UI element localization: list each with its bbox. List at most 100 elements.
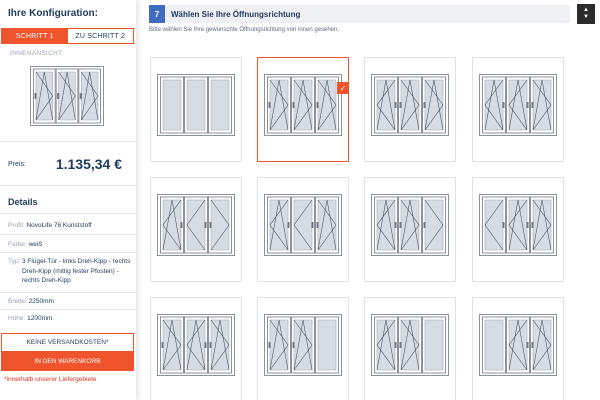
detail-value: 3 Flügel-Tür - links Dreh-Kipp - rechts … — [22, 258, 131, 284]
detail-key: Breite: — [8, 298, 27, 305]
sash-tilt-right — [530, 196, 554, 254]
window-diagram — [157, 194, 235, 256]
chevron-up-icon: ▲ — [583, 7, 589, 13]
sash-tilt-right — [160, 316, 184, 374]
sash-fixed — [184, 76, 208, 134]
sash-turn-right — [422, 196, 446, 254]
window-diagram — [479, 74, 557, 136]
sash-turn-right — [208, 196, 232, 254]
window-diagram — [371, 314, 449, 376]
chevron-down-icon: ▼ — [583, 14, 589, 20]
step-tabs: SCHRITT 1 ZU SCHRITT 2 — [1, 28, 134, 44]
opening-option-tile[interactable] — [472, 177, 564, 282]
sidebar-title: Ihre Konfiguration: — [8, 8, 98, 19]
sash-turn-left — [482, 196, 506, 254]
window-diagram — [371, 74, 449, 136]
opening-option-tile[interactable] — [150, 177, 242, 282]
sash-tilt-left — [160, 196, 184, 254]
window-preview — [30, 66, 104, 126]
step-header: 7 Wählen Sie Ihre Öffnungsrichtung — [149, 5, 570, 23]
step-subtitle: Bitte wählen Sie Ihre gewünschte Öffnung… — [149, 27, 340, 33]
divider — [0, 252, 136, 253]
divider — [0, 309, 136, 310]
opening-option-tile[interactable]: ✓ — [257, 57, 349, 162]
window-diagram — [371, 194, 449, 256]
opening-option-tile[interactable] — [150, 57, 242, 162]
detail-key: Farbe: — [8, 241, 27, 248]
sash-tilt-left — [184, 316, 208, 374]
step-number-badge: 7 — [149, 5, 165, 23]
sash-tilt-right — [33, 68, 56, 124]
scroll-toggle-button[interactable]: ▲ ▼ — [577, 4, 595, 24]
sash-tilt-right — [398, 196, 422, 254]
sash-turn-left — [184, 196, 208, 254]
divider — [0, 234, 136, 235]
sash-tilt-left — [267, 196, 291, 254]
sash-turn-left — [291, 196, 315, 254]
detail-hoehe: Höhe: 1200mm — [8, 314, 52, 323]
divider — [0, 292, 136, 293]
sash-fixed — [482, 316, 506, 374]
detail-key: Profil: — [8, 222, 25, 229]
tab-step-2[interactable]: ZU SCHRITT 2 — [67, 29, 133, 43]
divider — [0, 185, 136, 186]
sash-tilt-left — [374, 76, 398, 134]
detail-value: weiß — [28, 241, 43, 248]
detail-value: 2250mm — [28, 298, 54, 305]
window-diagram — [264, 314, 342, 376]
sash-tilt-left — [506, 316, 530, 374]
sash-tilt-right — [530, 76, 554, 134]
window-diagram — [264, 194, 342, 256]
sash-tilt-right — [422, 76, 446, 134]
sash-tilt-right — [398, 316, 422, 374]
delivery-footnote: *innerhalb unserer Liefergebiete — [4, 376, 97, 383]
opening-option-tile[interactable] — [364, 57, 456, 162]
configuration-sidebar: Ihre Konfiguration: SCHRITT 1 ZU SCHRITT… — [0, 0, 136, 400]
opening-option-tile[interactable] — [472, 297, 564, 400]
sash-tilt-right — [267, 76, 291, 134]
inner-view-label: INNENANSICHT: — [10, 50, 64, 57]
sash-tilt-right — [208, 316, 232, 374]
window-diagram — [264, 74, 342, 136]
opening-option-tile[interactable] — [257, 297, 349, 400]
sash-tilt-left — [374, 196, 398, 254]
tab-step-1[interactable]: SCHRITT 1 — [2, 29, 68, 43]
detail-key: Höhe: — [8, 315, 26, 322]
sash-tilt-left — [374, 316, 398, 374]
details-title: Details — [8, 197, 38, 207]
free-shipping-button[interactable]: KEINE VERSANDKOSTEN* — [1, 333, 134, 352]
divider — [0, 213, 136, 214]
sash-tilt-left — [506, 196, 530, 254]
opening-option-tile[interactable] — [150, 297, 242, 400]
window-diagram — [157, 74, 235, 136]
sash-tilt-right — [315, 76, 339, 134]
sash-tilt-right — [398, 76, 422, 134]
sash-tilt-right — [315, 196, 339, 254]
opening-option-tile[interactable] — [472, 57, 564, 162]
sash-fixed — [160, 76, 184, 134]
sash-fixed — [208, 76, 232, 134]
sash-fixed — [315, 316, 339, 374]
sash-tilt-left — [482, 76, 506, 134]
sash-tilt-right — [291, 76, 315, 134]
detail-profil: Profil: NovoLife 76 Kunststoff — [8, 221, 92, 230]
detail-value: NovoLife 76 Kunststoff — [26, 222, 92, 229]
window-diagram — [479, 194, 557, 256]
step-title: Wählen Sie Ihre Öffnungsrichtung — [171, 10, 301, 19]
opening-option-tile[interactable] — [257, 177, 349, 282]
add-to-cart-button[interactable]: IN DEN WARENKORB — [1, 352, 134, 371]
price-value: 1.135,34 € — [55, 156, 122, 172]
opening-option-tile[interactable] — [364, 297, 456, 400]
detail-typ: Typ: 3 Flügel-Tür - links Dreh-Kipp - re… — [8, 257, 132, 286]
detail-key: Typ: — [8, 258, 21, 265]
opening-option-tile[interactable] — [364, 177, 456, 282]
sash-fixed — [422, 316, 446, 374]
sash-tilt-right — [55, 68, 79, 124]
divider — [0, 141, 136, 142]
window-diagram — [157, 314, 235, 376]
sash-tilt-right — [267, 316, 291, 374]
detail-farbe: Farbe: weiß — [8, 240, 42, 249]
detail-value: 1200mm — [27, 315, 53, 322]
sash-tilt-right — [78, 68, 101, 124]
detail-breite: Breite: 2250mm — [8, 297, 54, 306]
